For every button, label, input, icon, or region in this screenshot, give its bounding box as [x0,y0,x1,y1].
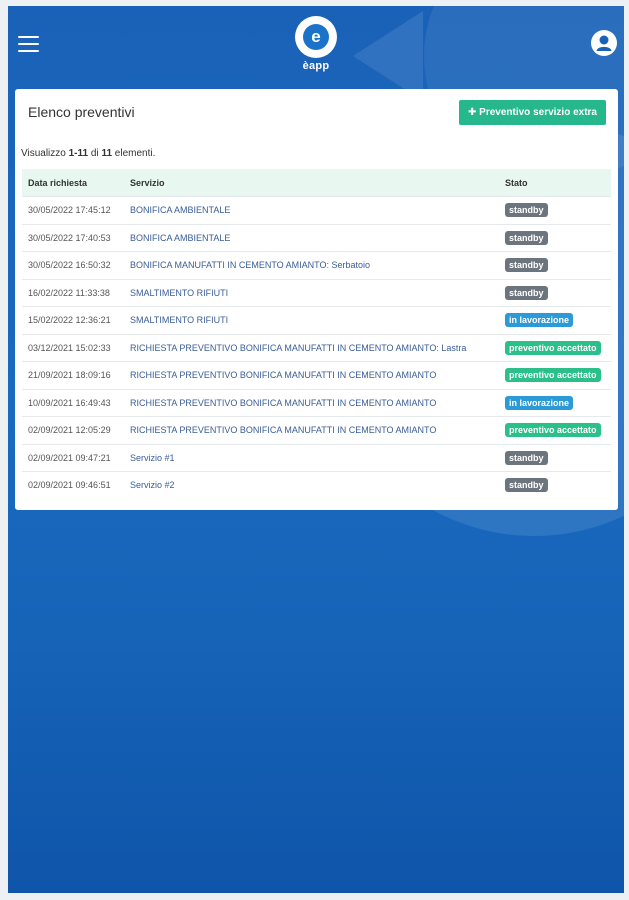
request-date-cell: 30/05/2022 17:45:12 [22,196,124,224]
status-badge: standby [505,203,548,218]
table-row[interactable]: 30/05/2022 17:40:53 BONIFICA AMBIENTALE st… [22,223,611,252]
request-date-cell: 03/12/2021 15:02:33 [22,333,124,362]
service-cell: BONIFICA MANUFATTI IN CEMENTO AMIANTO: S… [124,251,499,279]
request-date-cell: 15/02/2022 12:36:21 [22,306,124,334]
table-row[interactable]: 02/09/2021 12:05:29 RICHIESTA PREVENTIVO … [22,416,611,444]
status-cell: standby [499,278,611,307]
status-badge: standby [505,450,548,465]
summary-prefix: Visualizzo [21,148,69,159]
hamburger-menu-icon[interactable] [18,36,39,53]
service-link[interactable]: BONIFICA AMBIENTALE [130,233,230,243]
status-badge: standby [505,230,548,245]
status-cell: standby [499,223,611,252]
service-cell: RICHIESTA PREVENTIVO BONIFICA MANUFATTI … [124,361,499,389]
request-date-cell: 30/05/2022 17:40:53 [22,223,124,252]
service-link[interactable]: SMALTIMENTO RIFIUTI [130,288,228,298]
app-frame: e èapp Elenco preventivi ✚ Preventivo se… [8,6,624,893]
service-link[interactable]: RICHIESTA PREVENTIVO BONIFICA MANUFATTI … [130,343,466,353]
service-link[interactable]: RICHIESTA PREVENTIVO BONIFICA MANUFATTI … [130,425,436,435]
quotes-card: Elenco preventivi ✚ Preventivo servizio … [15,89,618,510]
table-row[interactable]: 30/05/2022 16:50:32 BONIFICA MANUFATTI IN… [22,251,611,279]
user-icon[interactable] [591,30,617,56]
summary-mid: di [88,148,102,159]
service-cell: BONIFICA AMBIENTALE [124,223,499,252]
service-link[interactable]: Servizio #1 [130,453,175,463]
status-cell: preventivo accettato [499,333,611,362]
app-logo[interactable]: e èapp [293,16,339,72]
service-cell: Servizio #1 [124,443,499,472]
service-cell: BONIFICA AMBIENTALE [124,196,499,224]
status-cell: standby [499,251,611,279]
service-link[interactable]: RICHIESTA PREVENTIVO BONIFICA MANUFATTI … [130,398,436,408]
status-cell: standby [499,443,611,472]
logo-icon: e [295,16,337,58]
table-body: 30/05/2022 17:45:12 BONIFICA AMBIENTALE st… [22,196,611,499]
request-date-cell: 02/09/2021 09:46:51 [22,471,124,499]
status-badge: standby [505,258,548,273]
service-cell: RICHIESTA PREVENTIVO BONIFICA MANUFATTI … [124,388,499,417]
column-header-date[interactable]: Data richiesta [22,169,124,197]
table-row[interactable]: 21/09/2021 18:09:16 RICHIESTA PREVENTIVO … [22,361,611,389]
request-date-cell: 02/09/2021 09:47:21 [22,443,124,472]
request-date-cell: 16/02/2022 11:33:38 [22,278,124,307]
summary-total: 11 [101,148,113,159]
table-row[interactable]: 10/09/2021 16:49:43 RICHIESTA PREVENTIVO … [22,388,611,417]
service-cell: SMALTIMENTO RIFIUTI [124,306,499,334]
status-badge: standby [505,285,548,300]
service-cell: Servizio #2 [124,471,499,499]
service-cell: RICHIESTA PREVENTIVO BONIFICA MANUFATTI … [124,416,499,444]
results-summary: Visualizzo 1-11 di 11 elementi. [21,148,155,159]
service-cell: SMALTIMENTO RIFIUTI [124,278,499,307]
status-badge: preventivo accettato [505,423,601,438]
status-cell: standby [499,196,611,224]
summary-suffix: elementi. [112,148,156,159]
table-row[interactable]: 02/09/2021 09:46:51 Servizio #2 standby [22,471,611,499]
page-title: Elenco preventivi [28,104,135,120]
status-badge: preventivo accettato [505,340,601,355]
request-date-cell: 02/09/2021 12:05:29 [22,416,124,444]
status-badge: preventivo accettato [505,368,601,383]
app-name: èapp [302,60,330,72]
status-cell: standby [499,471,611,499]
request-date-cell: 10/09/2021 16:49:43 [22,388,124,417]
status-cell: preventivo accettato [499,416,611,444]
request-date-cell: 30/05/2022 16:50:32 [22,251,124,279]
table-row[interactable]: 16/02/2022 11:33:38 SMALTIMENTO RIFIUTI st… [22,278,611,307]
summary-range: 1-11 [68,148,89,159]
status-badge: standby [505,478,548,493]
status-cell: preventivo accettato [499,361,611,389]
table-header-row: Data richiesta Servizio Stato [22,169,611,197]
service-link[interactable]: BONIFICA MANUFATTI IN CEMENTO AMIANTO: S… [130,260,370,270]
table-row[interactable]: 03/12/2021 15:02:33 RICHIESTA PREVENTIVO … [22,333,611,362]
column-header-status[interactable]: Stato [499,169,611,197]
table-row[interactable]: 02/09/2021 09:47:21 Servizio #1 standby [22,443,611,472]
status-badge: in lavorazione [505,395,574,410]
service-link[interactable]: SMALTIMENTO RIFIUTI [130,315,228,325]
top-bar: e èapp [8,6,624,86]
service-link[interactable]: Servizio #2 [130,480,175,490]
column-header-service[interactable]: Servizio [124,169,499,197]
service-cell: RICHIESTA PREVENTIVO BONIFICA MANUFATTI … [124,333,499,362]
logo-letter: e [303,24,329,50]
table-row[interactable]: 30/05/2022 17:45:12 BONIFICA AMBIENTALE st… [22,196,611,224]
status-cell: in lavorazione [499,388,611,417]
request-date-cell: 21/09/2021 18:09:16 [22,361,124,389]
service-link[interactable]: BONIFICA AMBIENTALE [130,205,230,215]
quotes-table: Data richiesta Servizio Stato 30/05/2022… [22,169,611,499]
service-link[interactable]: RICHIESTA PREVENTIVO BONIFICA MANUFATTI … [130,370,436,380]
add-extra-service-quote-button[interactable]: ✚ Preventivo servizio extra [459,100,606,125]
table-row[interactable]: 15/02/2022 12:36:21 SMALTIMENTO RIFIUTI in… [22,306,611,334]
status-badge: in lavorazione [505,313,574,328]
status-cell: in lavorazione [499,306,611,334]
